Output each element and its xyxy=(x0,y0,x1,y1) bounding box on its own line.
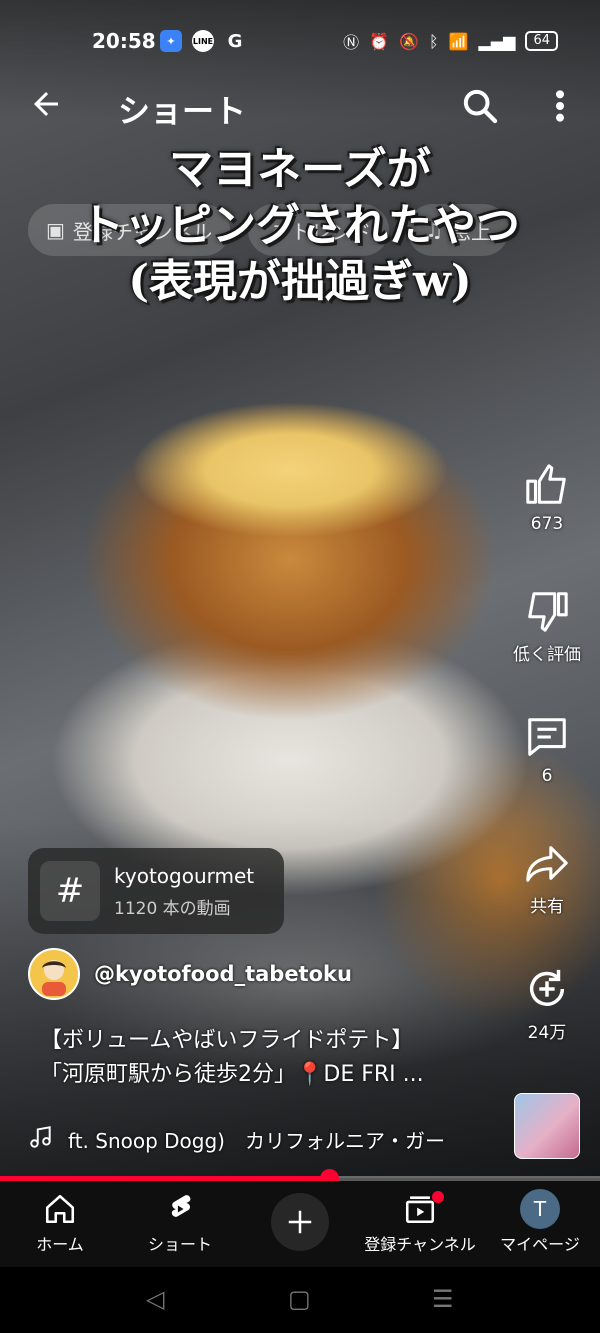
dislike-label: 低く評価 xyxy=(513,645,581,665)
bottom-navigation: ホーム ショート 登録チャンネル T マイページ xyxy=(0,1181,600,1267)
hashtag-card[interactable]: # kyotogourmet 1120 本の動画 xyxy=(28,848,284,934)
search-icon[interactable] xyxy=(460,86,500,126)
system-recents-icon[interactable]: ☰ xyxy=(432,1285,454,1313)
description-line: 【ボリュームやばいフライドポテト】 xyxy=(40,1028,414,1053)
music-note-icon xyxy=(28,1124,54,1155)
wifi-icon: 📶 xyxy=(448,31,469,51)
share-button[interactable]: 共有 xyxy=(512,840,582,917)
nav-shorts-label: ショート xyxy=(147,1235,212,1254)
dislike-button[interactable]: 低く評価 xyxy=(512,588,582,665)
alarm-icon: ⏰ xyxy=(369,31,390,51)
thumbs-up-icon xyxy=(526,464,566,504)
share-label: 共有 xyxy=(530,897,564,917)
nav-subscriptions-label: 登録チャンネル xyxy=(364,1235,476,1254)
mypage-avatar: T xyxy=(520,1189,560,1229)
nav-shorts[interactable]: ショート xyxy=(120,1181,240,1267)
comment-icon xyxy=(528,718,566,756)
nav-subscriptions[interactable]: 登録チャンネル xyxy=(360,1181,480,1267)
comments-count: 6 xyxy=(541,766,553,786)
shorts-icon xyxy=(163,1191,197,1227)
nav-home-label: ホーム xyxy=(36,1235,84,1254)
hashtag-name: kyotogourmet xyxy=(114,863,255,888)
description-line: 「河原町駅から徒歩2分」📍DE FRI ... xyxy=(40,1062,424,1087)
like-count: 673 xyxy=(530,514,564,534)
remix-icon xyxy=(529,969,565,1006)
home-icon xyxy=(43,1191,77,1227)
remix-count: 24万 xyxy=(527,1023,567,1043)
back-arrow-icon[interactable] xyxy=(28,86,64,131)
bluetooth-icon: ᛒ xyxy=(429,31,439,51)
nav-mypage[interactable]: T マイページ xyxy=(480,1181,600,1267)
subscriptions-icon xyxy=(402,1191,444,1227)
mute-icon: 🔕 xyxy=(399,31,419,51)
music-title: ft. Snoop Dogg) カリフォルニア・ガー xyxy=(68,1129,445,1153)
status-indicators: Ⓝ ⏰ 🔕 ᛒ 📶 ▂▄▆ 64 xyxy=(343,29,558,53)
system-back-icon[interactable]: ◁ xyxy=(146,1285,164,1313)
caption-line: マヨネーズが xyxy=(169,144,431,195)
signal-icon: ▂▄▆ xyxy=(478,31,516,51)
music-row[interactable]: ft. Snoop Dogg) カリフォルニア・ガー xyxy=(28,1124,445,1155)
caption-line: トッピングされたやつ xyxy=(80,200,520,251)
create-plus-icon xyxy=(271,1193,329,1251)
status-bar: 20:58 ✦ LINE G Ⓝ ⏰ 🔕 ᛒ 📶 ▂▄▆ 64 xyxy=(0,24,600,58)
nfc-icon: Ⓝ xyxy=(343,33,360,52)
video-description[interactable]: 【ボリュームやばいフライドポテト】 「河原町駅から徒歩2分」📍DE FRI ..… xyxy=(40,1024,510,1092)
top-bar: ショート xyxy=(0,80,600,132)
channel-avatar[interactable] xyxy=(28,948,80,1000)
system-navigation-bar: ◁ ▢ ☰ xyxy=(0,1267,600,1333)
video-caption: マヨネーズが トッピングされたやつ (表現が拙過ぎw) xyxy=(0,142,600,310)
share-icon xyxy=(526,846,568,882)
channel-handle[interactable]: @kyotofood_tabetoku xyxy=(94,962,352,986)
comments-button[interactable]: 6 xyxy=(512,714,582,786)
like-button[interactable]: 673 xyxy=(512,462,582,534)
remix-button[interactable]: 24万 xyxy=(512,966,582,1043)
nav-home[interactable]: ホーム xyxy=(0,1181,120,1267)
mypage-avatar-wrap: T xyxy=(520,1189,560,1229)
hashtag-video-count: 1120 本の動画 xyxy=(114,898,231,919)
nav-mypage-label: マイページ xyxy=(500,1235,580,1254)
thumbs-down-icon xyxy=(528,592,568,632)
notification-dot xyxy=(432,1191,444,1203)
hashtag-text: kyotogourmet 1120 本の動画 xyxy=(114,864,254,919)
status-app-icons: ✦ LINE G xyxy=(160,30,246,52)
hashtag-icon: # xyxy=(40,861,100,921)
status-time: 20:58 xyxy=(92,29,156,53)
battery-indicator: 64 xyxy=(525,31,558,51)
more-options-icon[interactable] xyxy=(550,86,570,126)
line-icon: LINE xyxy=(192,30,214,52)
music-album-thumbnail[interactable] xyxy=(514,1093,580,1159)
caption-line: (表現が拙過ぎw) xyxy=(128,256,472,307)
channel-row[interactable]: @kyotofood_tabetoku xyxy=(28,948,352,1000)
page-title: ショート xyxy=(118,92,247,130)
system-home-icon[interactable]: ▢ xyxy=(288,1285,311,1313)
app-icon: ✦ xyxy=(160,30,182,52)
google-icon: G xyxy=(227,30,243,52)
nav-create[interactable] xyxy=(240,1181,360,1267)
